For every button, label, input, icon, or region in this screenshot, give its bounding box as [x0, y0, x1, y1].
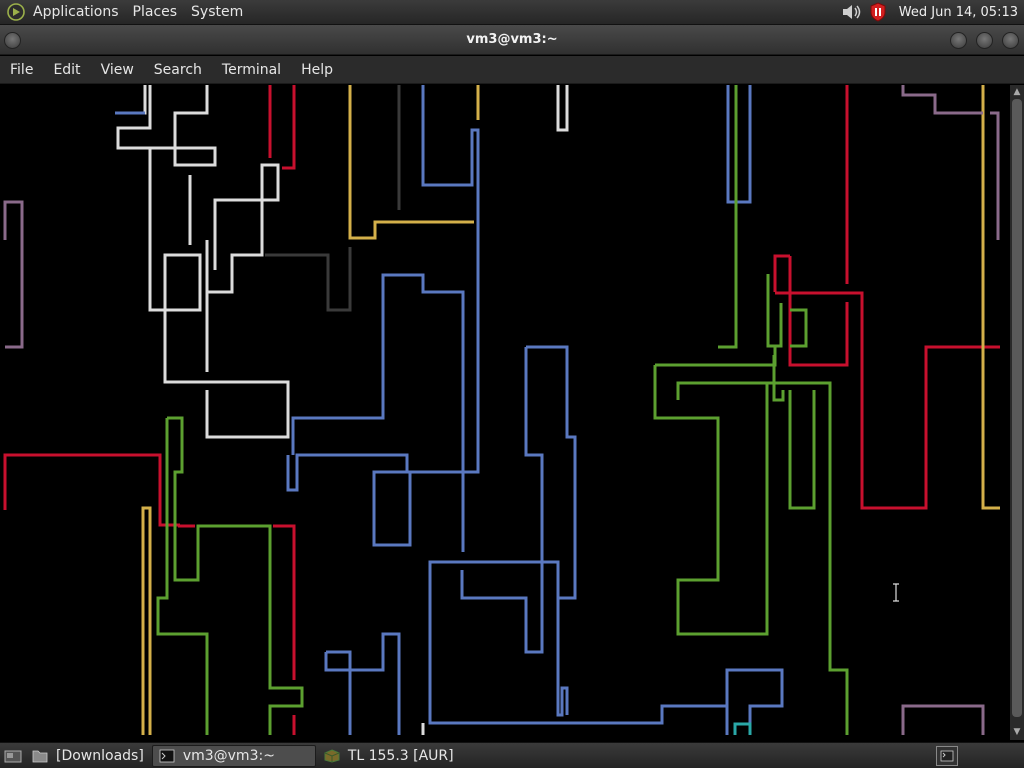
- menu-help[interactable]: Help: [291, 56, 343, 84]
- pipe-segment-blue: [556, 562, 569, 717]
- pipe-segment-red: [775, 291, 1000, 510]
- pipe-segment-blue: [726, 85, 752, 204]
- taskbar: [Downloads] vm3@vm3:~ TL 155.3 [AUR]: [0, 742, 1024, 768]
- taskbar-item-terminal[interactable]: vm3@vm3:~: [151, 744, 316, 767]
- pipe-segment-purple: [901, 85, 983, 115]
- scrollbar-thumb[interactable]: [1012, 99, 1022, 717]
- menu-file[interactable]: File: [0, 56, 43, 84]
- pipe-segment-green: [788, 390, 816, 510]
- shield-icon[interactable]: [865, 0, 891, 25]
- logo-icon[interactable]: [6, 2, 26, 22]
- clock[interactable]: Wed Jun 14, 05:13: [891, 5, 1024, 20]
- window-title: vm3@vm3:~: [466, 32, 558, 47]
- scroll-down-icon[interactable]: ▼: [1012, 727, 1022, 737]
- taskbar-item-label: [Downloads]: [56, 747, 144, 764]
- pipe-segment-green: [167, 416, 304, 735]
- text-cursor-icon: [893, 583, 899, 602]
- workspace-switcher[interactable]: [936, 745, 958, 766]
- pipe-segment-cyan: [733, 722, 752, 735]
- pipe-segment-yellow: [141, 506, 152, 735]
- terminal-scrollbar[interactable]: ▲ ▼: [1010, 85, 1024, 740]
- pipe-segment-red: [273, 524, 296, 680]
- scroll-up-icon[interactable]: ▲: [1012, 87, 1022, 97]
- window-titlebar[interactable]: vm3@vm3:~: [0, 25, 1024, 55]
- taskbar-item-label: vm3@vm3:~: [182, 747, 275, 764]
- pipe-segment-white: [118, 85, 147, 115]
- menu-search[interactable]: Search: [144, 56, 212, 84]
- pipe-segment-white: [116, 85, 217, 167]
- menu-edit[interactable]: Edit: [43, 56, 90, 84]
- pipe-segment-blue: [428, 345, 784, 735]
- panel-menu: Applications Places System: [0, 0, 250, 25]
- pipe-segment-purple: [901, 704, 985, 735]
- pipe-segment-red: [773, 254, 790, 292]
- taskbar-item-package[interactable]: TL 155.3 [AUR]: [318, 745, 460, 767]
- pipe-segment-blue: [324, 652, 352, 735]
- system-menu[interactable]: System: [184, 0, 250, 25]
- pipe-segment-blue: [291, 273, 465, 552]
- pipe-segment-green: [655, 347, 777, 367]
- pipe-segment-yellow: [348, 85, 474, 240]
- pipe-segment-purple: [990, 111, 1000, 240]
- pipe-segment-white: [205, 198, 264, 294]
- menu-terminal[interactable]: Terminal: [212, 56, 291, 84]
- pipe-segment-gray: [265, 247, 352, 312]
- terminal-area[interactable]: [0, 85, 1010, 740]
- pipe-segment-white: [556, 85, 569, 132]
- pipe-segment-green: [772, 355, 785, 402]
- taskbar-item-downloads[interactable]: [Downloads]: [26, 745, 150, 767]
- close-button[interactable]: [1002, 32, 1019, 49]
- minimize-button[interactable]: [950, 32, 967, 49]
- pipes-drawing: [3, 85, 1000, 735]
- volume-icon[interactable]: [839, 0, 865, 25]
- menubar: File Edit View Search Terminal Help: [0, 56, 1024, 84]
- taskbar-item-label: TL 155.3 [AUR]: [347, 747, 454, 764]
- pipe-segment-green: [653, 365, 849, 735]
- pipe-segment-green: [790, 308, 808, 348]
- pipe-segment-green: [676, 381, 767, 400]
- maximize-button[interactable]: [976, 32, 993, 49]
- terminal-icon: [159, 749, 175, 762]
- pipe-segment-red: [282, 85, 296, 170]
- pipe-segment-blue: [460, 347, 544, 654]
- pipe-segment-red: [3, 453, 180, 527]
- top-panel: Applications Places System Wed Jun 14, 0…: [0, 0, 1024, 25]
- places-menu[interactable]: Places: [126, 0, 185, 25]
- pipe-segment-white: [260, 163, 280, 202]
- pipe-segment-blue: [326, 632, 401, 735]
- pipe-segment-purple: [3, 200, 24, 349]
- show-desktop-icon[interactable]: [0, 745, 26, 767]
- folder-icon: [32, 750, 48, 762]
- package-icon: [324, 748, 340, 763]
- system-tray: Wed Jun 14, 05:13: [839, 0, 1024, 25]
- applications-menu[interactable]: Applications: [26, 0, 126, 25]
- menu-view[interactable]: View: [91, 56, 144, 84]
